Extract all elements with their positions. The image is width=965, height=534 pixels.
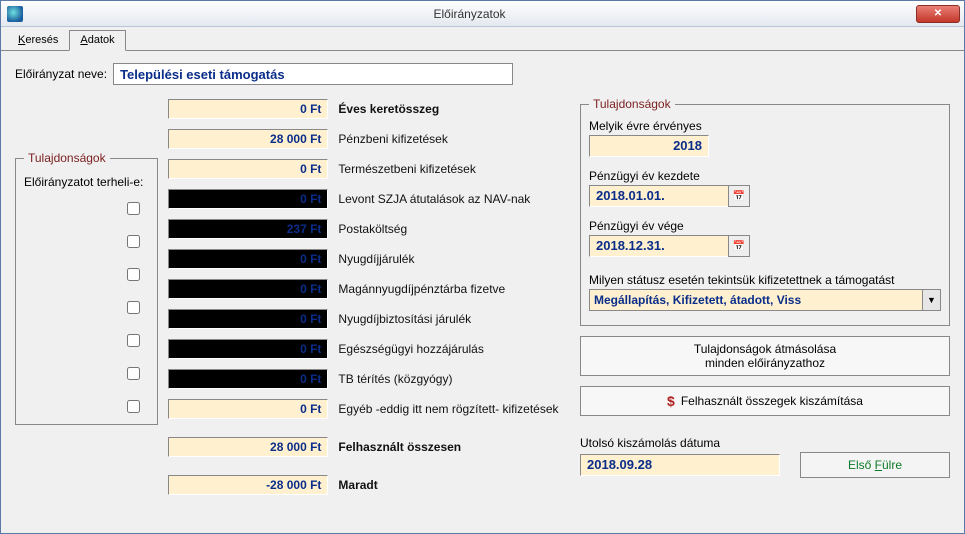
value-box[interactable]: 0 Ft	[168, 369, 328, 389]
year-input[interactable]: 2018	[589, 135, 709, 157]
status-select[interactable]: Megállapítás, Kifizetett, átadott, Viss …	[589, 289, 941, 311]
check-nyugdij[interactable]	[127, 268, 140, 281]
name-label: Előirányzat neve:	[15, 67, 107, 81]
fy-start-picker[interactable]: 📅	[728, 185, 750, 207]
value-label: Éves keretösszeg	[338, 102, 439, 116]
copy-props-line1: Tulajdonságok átmásolása	[694, 342, 836, 356]
tab-data[interactable]: Adatok	[69, 30, 125, 51]
last-calc-section: Utolsó kiszámolás dátuma 2018.09.28 Első…	[580, 432, 950, 478]
value-row: 0 Ft Természetbeni kifizetések	[168, 157, 570, 181]
value-row: 28 000 Ft Pénzbeni kifizetések	[168, 127, 570, 151]
check-szja[interactable]	[127, 202, 140, 215]
value-label: Természetbeni kifizetések	[338, 162, 475, 176]
fy-end-input[interactable]: 2018.12.31.	[589, 235, 729, 257]
value-box[interactable]: 237 Ft	[168, 219, 328, 239]
value-label: Maradt	[338, 478, 377, 492]
check-nybizt[interactable]	[127, 334, 140, 347]
left-group-question: Előirányzatot terheli-e:	[24, 175, 149, 189]
check-posta[interactable]	[127, 235, 140, 248]
values-column: 0 Ft Éves keretösszeg 28 000 Ft Pénzbeni ki…	[168, 97, 570, 503]
value-label: TB térítés (közgyógy)	[338, 372, 452, 386]
value-box[interactable]: 0 Ft	[168, 309, 328, 329]
fy-end-label: Pénzügyi év vége	[589, 219, 941, 233]
value-label: Nyugdíjjárulék	[338, 252, 414, 266]
recompute-label: Felhasznált összegek kiszámítása	[681, 394, 863, 408]
value-row: 0 Ft Egészségügyi hozzájárulás	[168, 337, 570, 361]
check-eu[interactable]	[127, 367, 140, 380]
fy-end-picker[interactable]: 📅	[728, 235, 750, 257]
fy-start-input[interactable]: 2018.01.01.	[589, 185, 729, 207]
calendar-icon: 📅	[733, 241, 745, 252]
tab-search[interactable]: Keresés	[7, 30, 69, 50]
value-box[interactable]: 28 000 Ft	[168, 129, 328, 149]
value-label: Levont SZJA átutalások az NAV-nak	[338, 192, 530, 206]
last-calc-value[interactable]: 2018.09.28	[580, 454, 780, 476]
value-box[interactable]: -28 000 Ft	[168, 475, 328, 495]
name-input[interactable]	[113, 63, 513, 85]
value-label: Felhasznált összesen	[338, 440, 461, 454]
value-row: 0 Ft Egyéb -eddig itt nem rögzített- kifi…	[168, 397, 570, 421]
value-box[interactable]: 28 000 Ft	[168, 437, 328, 457]
status-label: Milyen státusz esetén tekintsük kifizete…	[589, 273, 941, 287]
close-icon: ✕	[934, 8, 942, 19]
calendar-icon: 📅	[733, 191, 745, 202]
recompute-button[interactable]: $ Felhasznált összegek kiszámítása	[580, 386, 950, 416]
value-row: 0 Ft Nyugdíjbiztosítási járulék	[168, 307, 570, 331]
check-tb[interactable]	[127, 400, 140, 413]
value-box[interactable]: 0 Ft	[168, 189, 328, 209]
copy-props-line2: minden előirányzathoz	[705, 356, 825, 370]
content: Előirányzat neve: Tulajdonságok Előirány…	[1, 51, 964, 533]
value-row: -28 000 Ft Maradt	[168, 473, 570, 497]
status-value: Megállapítás, Kifizetett, átadott, Viss	[589, 289, 923, 311]
value-box[interactable]: 0 Ft	[168, 99, 328, 119]
window: Előirányzatok ✕ Keresés Adatok Előirányz…	[0, 0, 965, 534]
copy-properties-button[interactable]: Tulajdonságok átmásolása minden előirány…	[580, 336, 950, 376]
value-box[interactable]: 0 Ft	[168, 159, 328, 179]
value-label: Nyugdíjbiztosítási járulék	[338, 312, 471, 326]
value-row: 237 Ft Postaköltség	[168, 217, 570, 241]
last-calc-label: Utolsó kiszámolás dátuma	[580, 436, 950, 450]
value-row: 0 Ft TB térítés (közgyógy)	[168, 367, 570, 391]
value-row: 0 Ft Éves keretösszeg	[168, 97, 570, 121]
left-group-legend: Tulajdonságok	[24, 151, 110, 165]
year-label: Melyik évre érvényes	[589, 119, 941, 133]
value-row: 28 000 Ft Felhasznált összesen	[168, 435, 570, 459]
dollar-icon: $	[667, 393, 675, 409]
right-properties-group: Tulajdonságok Melyik évre érvényes 2018 …	[580, 97, 950, 326]
titlebar: Előirányzatok ✕	[1, 1, 964, 27]
app-icon	[7, 6, 23, 22]
value-label: Egészségügyi hozzájárulás	[338, 342, 483, 356]
value-label: Egyéb -eddig itt nem rögzített- kifizeté…	[338, 402, 558, 416]
value-box[interactable]: 0 Ft	[168, 399, 328, 419]
value-row: 0 Ft Nyugdíjjárulék	[168, 247, 570, 271]
value-box[interactable]: 0 Ft	[168, 249, 328, 269]
value-label: Pénzbeni kifizetések	[338, 132, 447, 146]
fy-start-label: Pénzügyi év kezdete	[589, 169, 941, 183]
close-button[interactable]: ✕	[916, 5, 960, 23]
window-title: Előirányzatok	[23, 7, 916, 21]
check-magan[interactable]	[127, 301, 140, 314]
right-group-legend: Tulajdonságok	[589, 97, 675, 111]
left-properties-group: Tulajdonságok Előirányzatot terheli-e:	[15, 151, 158, 425]
value-row: 0 Ft Magánnyugdíjpénztárba fizetve	[168, 277, 570, 301]
name-row: Előirányzat neve:	[15, 63, 950, 85]
status-dropdown-button[interactable]: ▼	[923, 289, 941, 311]
value-box[interactable]: 0 Ft	[168, 339, 328, 359]
tabstrip: Keresés Adatok	[1, 27, 964, 51]
value-box[interactable]: 0 Ft	[168, 279, 328, 299]
chevron-down-icon: ▼	[927, 295, 936, 305]
value-label: Magánnyugdíjpénztárba fizetve	[338, 282, 505, 296]
value-row: 0 Ft Levont SZJA átutalások az NAV-nak	[168, 187, 570, 211]
first-tab-button[interactable]: Első Fülre	[800, 452, 950, 478]
value-label: Postaköltség	[338, 222, 407, 236]
